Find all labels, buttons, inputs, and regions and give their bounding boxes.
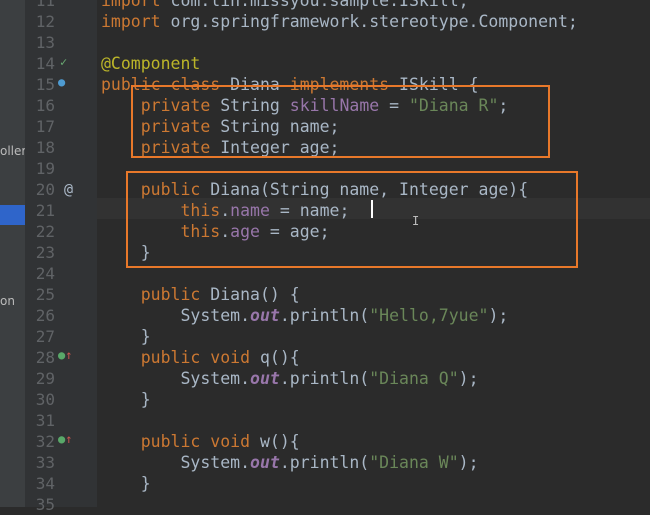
line-number: 31 bbox=[35, 411, 55, 430]
line-number: 28 bbox=[35, 348, 55, 367]
code-line[interactable]: System.out.println("Diana W"); bbox=[101, 452, 478, 473]
class-icon[interactable]: ● bbox=[58, 75, 65, 89]
highlight-box-fields bbox=[131, 85, 550, 158]
line-number: 30 bbox=[35, 390, 55, 409]
line-number: 14 bbox=[35, 54, 55, 73]
line-number: 16 bbox=[35, 96, 55, 115]
code-line[interactable]: System.out.println("Diana Q"); bbox=[101, 368, 478, 389]
sidebar-fragment-on[interactable]: on bbox=[0, 294, 15, 308]
project-sidebar[interactable]: oller on bbox=[0, 0, 25, 507]
code-line[interactable]: } bbox=[101, 473, 151, 494]
line-number: 20 bbox=[35, 180, 55, 199]
line-number: 26 bbox=[35, 306, 55, 325]
line-number: 17 bbox=[35, 117, 55, 136]
line-number: 15 bbox=[35, 75, 55, 94]
code-line[interactable]: } bbox=[101, 389, 151, 410]
code-line[interactable]: import com.lin.missyou.sample.ISkill; bbox=[101, 0, 469, 11]
line-number: 29 bbox=[35, 369, 55, 388]
sidebar-selected-item[interactable] bbox=[0, 205, 25, 225]
line-number: 24 bbox=[35, 264, 55, 283]
line-number: 19 bbox=[35, 159, 55, 178]
code-line[interactable]: import org.springframework.stereotype.Co… bbox=[101, 11, 578, 32]
line-number: 12 bbox=[35, 12, 55, 31]
line-number: 23 bbox=[35, 243, 55, 262]
line-number: 32 bbox=[35, 432, 55, 451]
code-line[interactable]: } bbox=[101, 326, 151, 347]
line-number: 13 bbox=[35, 33, 55, 52]
highlight-box-constructor bbox=[126, 171, 578, 268]
code-line[interactable]: @Component bbox=[101, 53, 200, 74]
spring-bean-icon[interactable]: ✓ bbox=[60, 55, 67, 69]
line-number: 11 bbox=[35, 0, 55, 10]
line-number: 34 bbox=[35, 474, 55, 493]
text-caret bbox=[371, 200, 373, 218]
implements-method-icon[interactable]: ●↑ bbox=[58, 432, 72, 446]
annotation-gutter-icon[interactable]: @ bbox=[64, 180, 73, 198]
line-number: 35 bbox=[35, 495, 55, 514]
code-line[interactable]: System.out.println("Hello,7yue"); bbox=[101, 305, 508, 326]
line-number: 27 bbox=[35, 327, 55, 346]
implements-method-icon[interactable]: ●↑ bbox=[58, 348, 72, 362]
line-number: 18 bbox=[35, 138, 55, 157]
text-cursor-icon: I bbox=[412, 214, 420, 228]
code-line[interactable]: public void w(){ bbox=[101, 431, 300, 452]
code-line[interactable]: public Diana() { bbox=[101, 284, 300, 305]
line-number: 25 bbox=[35, 285, 55, 304]
sidebar-fragment-controller[interactable]: oller bbox=[0, 144, 25, 158]
line-number: 33 bbox=[35, 453, 55, 472]
line-number: 21 bbox=[35, 201, 55, 220]
line-number: 22 bbox=[35, 222, 55, 241]
code-line[interactable]: public void q(){ bbox=[101, 347, 300, 368]
